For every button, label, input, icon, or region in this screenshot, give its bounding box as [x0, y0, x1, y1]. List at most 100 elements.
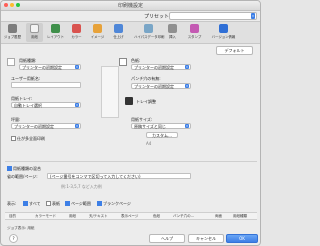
custom-size-label: カスタム…: [152, 133, 172, 138]
color-icon: [72, 24, 81, 33]
window-title: 印刷機設定: [117, 3, 143, 9]
chevron-down-icon: ▾: [75, 65, 79, 69]
show-blank-page-label: ブランクページ: [103, 201, 131, 206]
layout-icon: [51, 24, 60, 33]
ok-button[interactable]: OK: [226, 234, 258, 243]
paper-preview: [101, 66, 119, 118]
color-paper-icon: [119, 58, 127, 66]
chevron-down-icon: ▾: [185, 84, 189, 88]
user-paper-name-input[interactable]: [11, 82, 81, 88]
preset-select[interactable]: ▾: [169, 12, 257, 20]
column-header[interactable]: 用紙: [69, 214, 76, 219]
stamp-icon: [190, 24, 199, 33]
tab-paper[interactable]: 用紙: [26, 23, 43, 42]
show-all-label: すべて: [29, 201, 41, 206]
tab-label: イメージ: [90, 35, 105, 39]
chevron-down-icon: ▾: [75, 124, 79, 128]
column-header[interactable]: 目的: [9, 214, 16, 219]
tray-adjust-icon: [125, 97, 133, 105]
job-view-disclosure[interactable]: ジョブ表示: 用紙: [7, 226, 35, 231]
chevron-down-icon: ▾: [251, 13, 255, 19]
color-paper-select[interactable]: プリンターの初期設定 ▾: [131, 64, 191, 70]
default-button[interactable]: デフォルト: [216, 46, 253, 55]
job-history-icon: [8, 24, 17, 33]
title-bar: 印刷機設定: [1, 1, 260, 11]
tab-image[interactable]: イメージ: [89, 23, 106, 42]
pages-placeholder: (ページ番号をコンマで区切って入力してください): [50, 174, 141, 179]
finishing-icon: [114, 24, 123, 33]
paper-type-value: プリンターの初期設定: [22, 65, 62, 70]
mixed-paper-checkbox[interactable]: [11, 136, 16, 141]
paper-tray-value: 自動トレイ選択: [14, 103, 42, 108]
tab-version-info[interactable]: バージョン情報: [211, 23, 236, 42]
mixed-paper-label: 仕が多全面印刷: [17, 136, 45, 141]
pages-input[interactable]: (ページ番号をコンマで区切って入力してください): [47, 173, 191, 179]
paper-weight-value: プリンターの初期設定: [14, 124, 54, 129]
help-icon[interactable]: ?: [9, 234, 18, 243]
preset-row: プリセット: ▾: [1, 11, 260, 20]
print-settings-window: 印刷機設定 プリセット: ▾ ジョブ履歴 用紙 レイアウト カラー イメージ 仕…: [0, 0, 261, 246]
section-divider: [5, 161, 257, 162]
column-header[interactable]: 両面: [215, 214, 222, 219]
image-icon: [93, 24, 102, 33]
tab-paper-select[interactable]: プリンターの初期設定 ▾: [131, 83, 191, 89]
show-all-checkbox[interactable]: [23, 201, 28, 206]
show-blank-page-checkbox[interactable]: [97, 201, 102, 206]
tab-label: ジョブ履歴: [4, 35, 21, 39]
paper-type-icon: [7, 58, 15, 66]
size-readout: A4: [146, 141, 152, 146]
show-page-range-checkbox[interactable]: [65, 201, 70, 206]
show-label: 表示:: [7, 201, 17, 206]
custom-size-button[interactable]: カスタム…: [146, 132, 178, 138]
custom-section-toggle[interactable]: [7, 166, 12, 171]
pages-hint: 例:1-3,5,7 など入力例: [61, 184, 102, 189]
show-page-range-label: ページ範囲: [71, 201, 91, 206]
tab-paper-label: パンチ穴の有無:: [131, 76, 161, 81]
tab-layout[interactable]: レイアウト: [47, 23, 64, 42]
tab-label: 仕上げ: [113, 35, 124, 39]
column-header[interactable]: 用紙種類: [233, 214, 247, 219]
paper-icon: [30, 24, 39, 33]
column-header[interactable]: 色紙: [153, 214, 160, 219]
tab-stamp[interactable]: スタンプ: [186, 23, 203, 42]
show-cover-label: 表紙: [52, 201, 60, 206]
custom-section-title: 用紙種類の混合: [13, 166, 41, 171]
info-icon: [219, 24, 228, 33]
paper-tray-select[interactable]: 自動トレイ選択 ▾: [11, 102, 81, 108]
column-header[interactable]: 表示ページ: [121, 214, 138, 219]
tab-paper-value: プリンターの初期設定: [134, 84, 174, 89]
chevron-down-icon: ▾: [185, 124, 189, 128]
column-header[interactable]: カラーモード: [35, 214, 56, 219]
preset-label: プリセット:: [144, 14, 171, 20]
tab-insert[interactable]: 挿入: [164, 23, 181, 42]
paper-size-value: 原稿サイズと同じ: [134, 124, 166, 129]
paper-weight-select[interactable]: プリンターの初期設定 ▾: [11, 123, 81, 129]
tray-adjust-label[interactable]: トレイ調整: [136, 99, 156, 105]
column-header[interactable]: 天/テキスト: [89, 214, 108, 219]
tab-highpass[interactable]: ハイパスデータ印刷: [134, 23, 165, 42]
tab-label: バージョン情報: [211, 35, 236, 39]
tab-label: 挿入: [169, 35, 176, 39]
tab-finishing[interactable]: 仕上げ: [110, 23, 127, 42]
pages-label: 省の範囲/ページ:: [7, 174, 38, 179]
page-range-table-header: 目的 カラーモード 用紙 天/テキスト 表示ページ 色紙 バンチ穴の... 両面…: [5, 212, 257, 220]
tab-label: 用紙: [31, 35, 38, 39]
tab-label: レイアウト: [47, 35, 64, 39]
tab-label: カラー: [71, 35, 82, 39]
insert-icon: [168, 24, 177, 33]
cancel-button[interactable]: キャンセル: [188, 234, 224, 243]
settings-toolbar: ジョブ履歴 用紙 レイアウト カラー イメージ 仕上げ ハイパスデータ印刷 挿入…: [1, 21, 260, 44]
tab-label: スタンプ: [187, 35, 202, 39]
paper-size-select[interactable]: 原稿サイズと同じ ▾: [131, 123, 191, 129]
show-cover-checkbox[interactable]: [46, 201, 51, 206]
help-button[interactable]: ヘルプ: [149, 234, 185, 243]
chevron-down-icon: ▾: [185, 65, 189, 69]
chevron-down-icon: ▾: [75, 103, 79, 107]
tab-color[interactable]: カラー: [68, 23, 85, 42]
column-header[interactable]: バンチ穴の...: [173, 214, 194, 219]
tab-label: ハイパスデータ印刷: [134, 35, 165, 39]
paper-type-select[interactable]: プリンターの初期設定 ▾: [19, 64, 81, 70]
highpass-icon: [143, 24, 153, 33]
color-paper-value: プリンターの初期設定: [134, 65, 174, 70]
tab-job-history[interactable]: ジョブ履歴: [4, 23, 21, 42]
